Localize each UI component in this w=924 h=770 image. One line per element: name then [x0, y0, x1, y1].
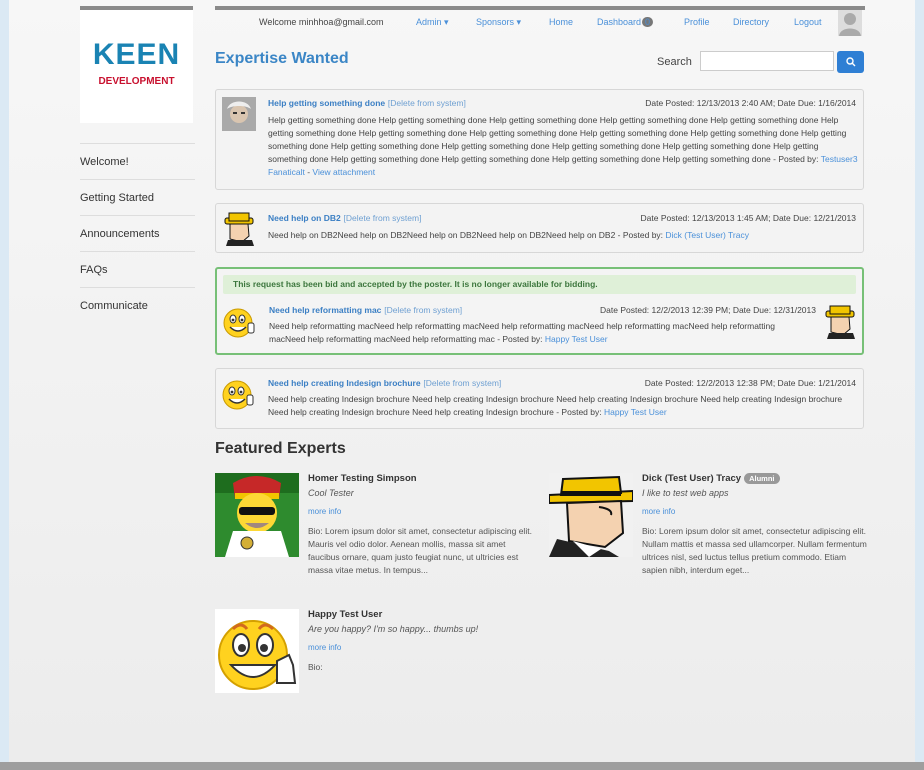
expert-name-text: Dick (Test User) Tracy	[642, 473, 742, 484]
happy-face-avatar	[222, 305, 256, 339]
request-title-link[interactable]: Help getting something done	[268, 98, 385, 108]
request-title-link[interactable]: Need help reformatting mac	[269, 305, 381, 315]
expert-photo[interactable]	[548, 473, 634, 557]
delete-request-link[interactable]: [Delete from system]	[384, 305, 462, 315]
expert-name[interactable]: Happy Test User	[308, 609, 382, 620]
request-body: Help getting something done Help getting…	[268, 115, 858, 177]
request-dates: Date Posted: 12/13/2013 2:40 AM; Date Du…	[645, 98, 856, 108]
delete-request-link[interactable]: [Delete from system]	[388, 98, 466, 108]
request-user-link[interactable]: Happy Test User	[545, 334, 608, 344]
page-footer	[0, 762, 924, 770]
accepted-alert: This request has been bid and accepted b…	[223, 275, 856, 294]
expert-bio: Bio: Lorem ipsum dolor sit amet, consect…	[642, 526, 867, 575]
request-card: Need help creating Indesign brochure [De…	[215, 368, 864, 429]
nav-home-link[interactable]: Home	[549, 17, 573, 27]
search-icon	[845, 57, 855, 67]
sidebar-item-getting-started[interactable]: Getting Started	[80, 179, 195, 215]
logo-development-text: DEVELOPMENT	[98, 76, 175, 87]
request-card: Need help on DB2 [Delete from system] Da…	[215, 203, 864, 253]
expert-card: Happy Test User Are you happy? I'm so ha…	[215, 609, 535, 699]
expert-tagline: Are you happy? I'm so happy... thumbs up…	[308, 624, 479, 634]
request-description: Need help reformatting macNeed help refo…	[269, 321, 776, 344]
expert-tagline: I like to test web apps	[642, 488, 729, 498]
logo-keen-text: KEEN	[92, 38, 181, 71]
expert-card: Dick (Test User) Tracy Alumni I like to t…	[548, 473, 869, 603]
nav-directory-link[interactable]: Directory	[733, 17, 769, 27]
sidebar-item-communicate[interactable]: Communicate	[80, 287, 195, 323]
sidebar-item-welcome[interactable]: Welcome!	[80, 143, 195, 179]
request-dates: Date Posted: 12/2/2013 12:39 PM; Date Du…	[600, 305, 816, 315]
expert-tagline: Cool Tester	[308, 488, 354, 498]
nav-profile-link[interactable]: Profile	[684, 17, 710, 27]
sidebar-item-faqs[interactable]: FAQs	[80, 251, 195, 287]
dick-tracy-avatar	[222, 212, 256, 246]
expert-name[interactable]: Homer Testing Simpson	[308, 473, 417, 484]
nav-dashboard-link[interactable]: Dashboard 0	[597, 17, 654, 27]
alumni-badge: Alumni	[744, 473, 780, 484]
page-title: Expertise Wanted	[215, 50, 349, 67]
expert-card: Homer Testing Simpson Cool Tester more i…	[215, 473, 535, 603]
request-description: Need help on DB2Need help on DB2Need hel…	[268, 230, 666, 240]
search-button[interactable]	[837, 51, 864, 73]
dick-tracy-bidder-avatar	[823, 305, 857, 339]
dashboard-label: Dashboard	[597, 17, 642, 27]
search-label: Search	[657, 56, 692, 68]
nav-logout-link[interactable]: Logout	[794, 17, 822, 27]
request-dates: Date Posted: 12/13/2013 1:45 AM; Date Du…	[640, 213, 857, 223]
site-logo[interactable]: KEEN DEVELOPMENT	[80, 10, 193, 123]
more-info-link[interactable]: more info	[642, 507, 675, 516]
view-attachment-link[interactable]: View attachment	[312, 167, 375, 177]
user-avatar-icon[interactable]	[838, 10, 862, 36]
request-user-link[interactable]: Dick (Test User) Tracy	[665, 230, 749, 240]
request-description: Help getting something done Help getting…	[268, 115, 847, 164]
request-card-accepted: This request has been bid and accepted b…	[215, 267, 864, 355]
request-user-link[interactable]: Happy Test User	[604, 407, 667, 417]
request-title-link[interactable]: Need help creating Indesign brochure	[268, 378, 421, 388]
request-body: Need help creating Indesign brochure Nee…	[268, 393, 858, 419]
request-body: Need help reformatting macNeed help refo…	[269, 320, 809, 346]
delete-request-link[interactable]: [Delete from system]	[344, 213, 422, 223]
delete-request-link[interactable]: [Delete from system]	[423, 378, 501, 388]
sidebar-item-announcements[interactable]: Announcements	[80, 215, 195, 251]
happy-face-avatar	[221, 377, 255, 411]
request-dates: Date Posted: 12/2/2013 12:38 PM; Date Du…	[644, 378, 856, 388]
request-title-link[interactable]: Need help on DB2	[268, 213, 341, 223]
search-input[interactable]	[700, 51, 834, 71]
featured-experts-title: Featured Experts	[215, 440, 346, 457]
request-card: Help getting something done [Delete from…	[215, 89, 864, 190]
top-navbar: Welcome minhhoa@gmail.com Admin ▾ Sponso…	[215, 10, 865, 36]
sidebar-nav: Welcome! Getting Started Announcements F…	[80, 143, 195, 323]
expert-photo[interactable]	[215, 609, 299, 693]
more-info-link[interactable]: more info	[308, 507, 341, 516]
request-body: Need help on DB2Need help on DB2Need hel…	[268, 229, 858, 242]
einstein-avatar	[222, 97, 256, 131]
welcome-text: Welcome minhhoa@gmail.com	[259, 17, 384, 27]
nav-sponsors-dropdown[interactable]: Sponsors ▾	[476, 17, 521, 28]
more-info-link[interactable]: more info	[308, 643, 341, 652]
request-description: Need help creating Indesign brochure Nee…	[268, 394, 843, 417]
expert-photo[interactable]	[215, 473, 299, 557]
expert-bio: Bio: Lorem ipsum dolor sit amet, consect…	[308, 526, 532, 575]
expert-bio: Bio:	[308, 662, 323, 672]
nav-admin-dropdown[interactable]: Admin ▾	[416, 17, 449, 28]
dashboard-count-badge: 0	[642, 17, 654, 27]
expert-name[interactable]: Dick (Test User) Tracy Alumni	[642, 473, 780, 484]
posted-by-label: Posted by:	[775, 154, 821, 164]
